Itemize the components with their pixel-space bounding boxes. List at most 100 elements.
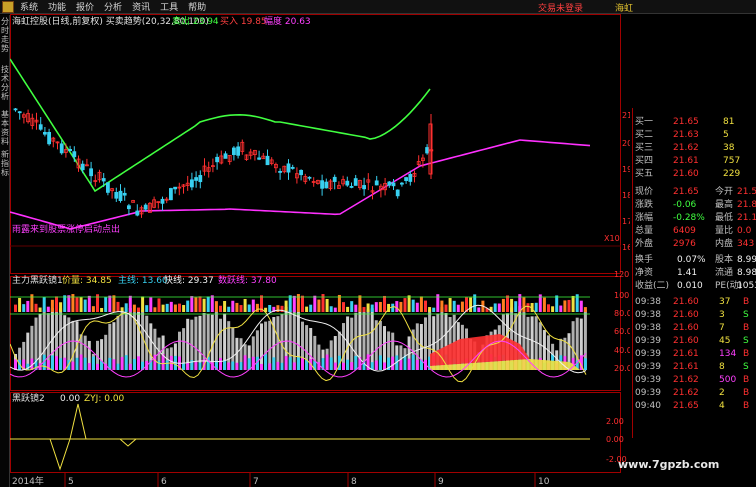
tick-time: 09:38 [635,310,661,320]
menu-news[interactable]: 资讯 [128,0,156,13]
signal-bar [305,306,309,312]
candle-body [101,178,106,182]
chart-area[interactable]: 2014年 5 6 7 8 9 10 21.50 20.00 19.00 18.… [10,14,630,487]
buy-text: 买入 [220,17,239,27]
bid-volume: 229 [723,169,741,179]
main-bar [235,362,239,370]
signal-bar [91,306,95,312]
candle-body [13,108,18,111]
signal-bar [501,298,505,312]
main-bar [260,363,263,370]
signal-bar [190,296,194,312]
tab-technical[interactable]: 技术分析 [0,65,10,101]
time-label: 8 [351,477,357,487]
main-bar [391,356,395,370]
indicator1-price: 价量: 34.85 [62,276,112,287]
bid-label: 买四 [635,156,654,166]
signal-bar [59,302,63,312]
stat-value: 0.0 [737,226,752,236]
main-bar [378,355,382,370]
signal-bar [411,299,415,312]
menu-function[interactable]: 功能 [44,0,72,13]
time-label: 6 [161,477,167,487]
tab-new-indicator[interactable]: 新指标 [0,150,10,177]
signal-bar [153,307,157,312]
tick-row: 09:40 21.65 4 B [633,400,756,413]
axis-label: 16.00 [622,243,630,252]
stat-row: 净资 1.41 流通8.98亿 [633,267,756,280]
tick-row: 09:39 21.62 2 B [633,387,756,400]
candle-body [362,185,367,190]
tick-volume: 37 [719,297,731,307]
menu-tools[interactable]: 工具 [156,0,184,13]
stat-label: 外盘 [635,239,654,249]
candle-body [332,176,337,182]
axis-label: 21.50 [622,111,630,120]
signal-bar [547,304,550,312]
candle-body [43,131,47,135]
time-label: 10 [538,477,550,487]
signal-bar [366,303,370,312]
signal-bar [440,300,444,312]
signal-bar [395,301,399,312]
dragon-value: 37.80 [250,276,277,286]
main-bar [63,357,67,370]
signal-bar [46,306,50,312]
menu-help[interactable]: 帮助 [184,0,212,13]
tab-intraday[interactable]: 分时走势 [0,17,10,53]
time-label: 9 [438,477,444,487]
signal-bar [223,301,227,312]
trade-login-status[interactable]: 交易未登录 [538,1,583,14]
signal-bar [100,307,104,312]
signal-bar [559,305,563,312]
stat-row: 涨跌 -0.06 最高 21.8 [633,199,756,212]
signal-bar [22,304,26,312]
signal-bar [284,300,288,312]
main-bar [583,358,587,370]
menu-system[interactable]: 系统 [16,0,44,13]
watermark: www.7gpzb.com [618,458,720,471]
stat-row: 总量 6409 量比 0.0 [633,225,756,238]
tick-price: 21.61 [673,349,699,359]
stat-value: 0.010 [677,281,703,291]
indicator2-zyj: ZYJ: 0.00 [84,394,124,405]
tick-price: 21.60 [673,336,699,346]
tick-row: 09:39 21.61 134 B [633,348,756,361]
main-bar [239,362,243,370]
axis-label: 17.00 [622,217,630,226]
signal-bar [333,307,337,312]
app-logo-icon[interactable] [2,0,14,13]
signal-bar [374,302,378,312]
tab-fundamentals[interactable]: 基本资料 [0,110,10,146]
signal-bar [141,296,145,312]
menu-analysis[interactable]: 分析 [100,0,128,13]
stat-label: 现价 [635,187,654,197]
sidebar: 分时走势 技术分析 基本资料 新指标 [0,15,10,487]
main-bar [124,355,128,370]
candle-body [194,177,199,181]
signal-bar [378,301,382,312]
signal-bar [38,307,42,312]
indicator2-v1: 0.00 [60,394,81,404]
tick-side: S [743,310,749,320]
signal-bar [542,297,546,312]
axis-label: 20.00 [622,139,630,148]
candle-body [408,173,413,182]
axis-label: 2.00 [606,417,624,426]
signal-bar [506,295,509,312]
stat-label: 今开 [715,187,734,197]
indicator1-main: 主线: 13.60 [118,276,168,287]
tick-time: 09:38 [635,297,661,307]
signal-bar [42,297,46,312]
stat-row: 收益(二)0.010PE(动)1053. [633,280,756,293]
bid-volume: 5 [723,130,729,140]
main-bar [157,360,161,370]
axis-label: 60.00 [614,327,630,336]
menu-quote[interactable]: 报价 [72,0,100,13]
volume-bar [268,320,272,370]
candlesticks [13,107,434,218]
buy-value: 19.85 [240,17,267,27]
candle-body [404,177,409,181]
signal-bar [227,306,231,312]
candle-body [399,182,404,185]
